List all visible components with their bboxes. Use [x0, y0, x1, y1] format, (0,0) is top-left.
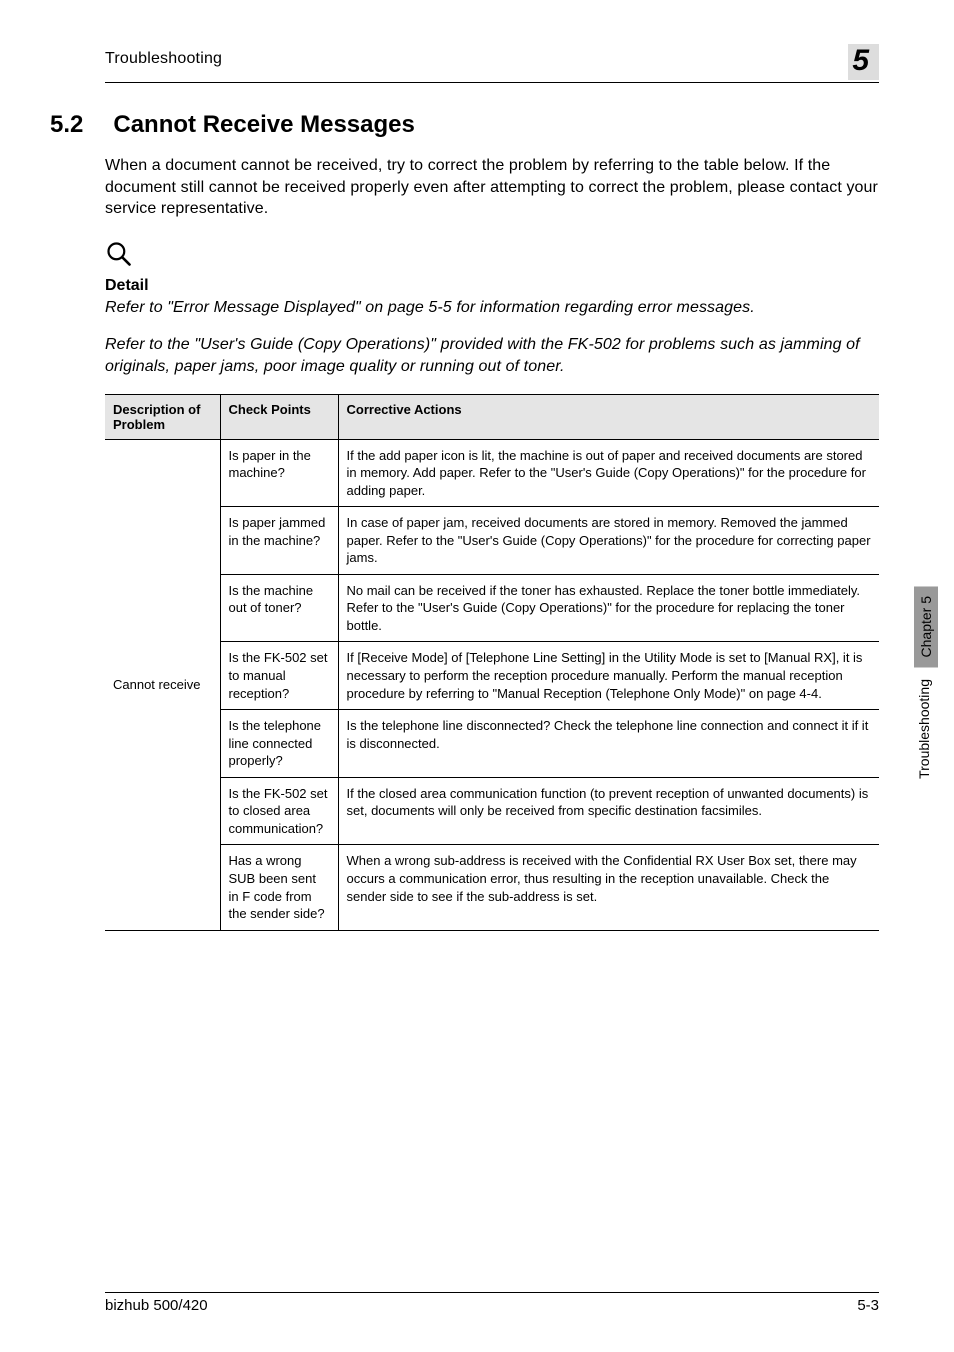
col-header-check: Check Points: [220, 394, 338, 439]
intro-paragraph: When a document cannot be received, try …: [105, 155, 879, 220]
chapter-number: 5: [852, 44, 869, 77]
table-row: Is the machine out of toner? No mail can…: [105, 574, 879, 642]
cell-check: Is the FK-502 set to manual reception?: [220, 642, 338, 710]
magnifier-icon: [105, 240, 879, 273]
cell-action: When a wrong sub-address is received wit…: [338, 845, 879, 930]
footer-product: bizhub 500/420: [105, 1297, 208, 1314]
cell-action: If the add paper icon is lit, the machin…: [338, 439, 879, 507]
col-header-description: Description of Problem: [105, 394, 220, 439]
section-number: 5.2: [50, 111, 83, 139]
side-tab-label: Troubleshooting: [914, 673, 938, 785]
detail-paragraph-1: Refer to "Error Message Displayed" on pa…: [105, 297, 879, 319]
page: Troubleshooting 5 5.2 Cannot Receive Mes…: [0, 0, 954, 1352]
cell-check: Is the machine out of toner?: [220, 574, 338, 642]
section-title: Cannot Receive Messages: [113, 111, 414, 139]
cell-check: Is paper jammed in the machine?: [220, 507, 338, 575]
table-row: Is the FK-502 set to manual reception? I…: [105, 642, 879, 710]
troubleshoot-table: Description of Problem Check Points Corr…: [105, 394, 879, 931]
table-row: Cannot receive Is paper in the machine? …: [105, 439, 879, 507]
cell-action: Is the telephone line disconnected? Chec…: [338, 710, 879, 778]
detail-heading: Detail: [105, 277, 879, 295]
cell-check: Has a wrong SUB been sent in F code from…: [220, 845, 338, 930]
table-row: Is the telephone line connected properly…: [105, 710, 879, 778]
table-row: Is the FK-502 set to closed area communi…: [105, 777, 879, 845]
cell-action: In case of paper jam, received documents…: [338, 507, 879, 575]
cell-action: No mail can be received if the toner has…: [338, 574, 879, 642]
cell-check: Is the FK-502 set to closed area communi…: [220, 777, 338, 845]
footer-page-number: 5-3: [857, 1297, 879, 1314]
table-header-row: Description of Problem Check Points Corr…: [105, 394, 879, 439]
cell-description: Cannot receive: [105, 439, 220, 930]
cell-check: Is paper in the machine?: [220, 439, 338, 507]
detail-paragraph-2: Refer to the "User's Guide (Copy Operati…: [105, 334, 879, 377]
cell-check: Is the telephone line connected properly…: [220, 710, 338, 778]
side-tab: Chapter 5 Troubleshooting: [912, 555, 940, 785]
chapter-badge: 5: [848, 44, 879, 80]
page-header: Troubleshooting 5: [105, 50, 879, 83]
col-header-action: Corrective Actions: [338, 394, 879, 439]
table-row: Is paper jammed in the machine? In case …: [105, 507, 879, 575]
side-tab-chapter: Chapter 5: [914, 586, 938, 667]
table-row: Has a wrong SUB been sent in F code from…: [105, 845, 879, 930]
page-footer: bizhub 500/420 5-3: [105, 1292, 879, 1314]
cell-action: If [Receive Mode] of [Telephone Line Set…: [338, 642, 879, 710]
header-title: Troubleshooting: [105, 50, 222, 68]
cell-action: If the closed area communication functio…: [338, 777, 879, 845]
section-heading: 5.2 Cannot Receive Messages: [105, 111, 879, 139]
